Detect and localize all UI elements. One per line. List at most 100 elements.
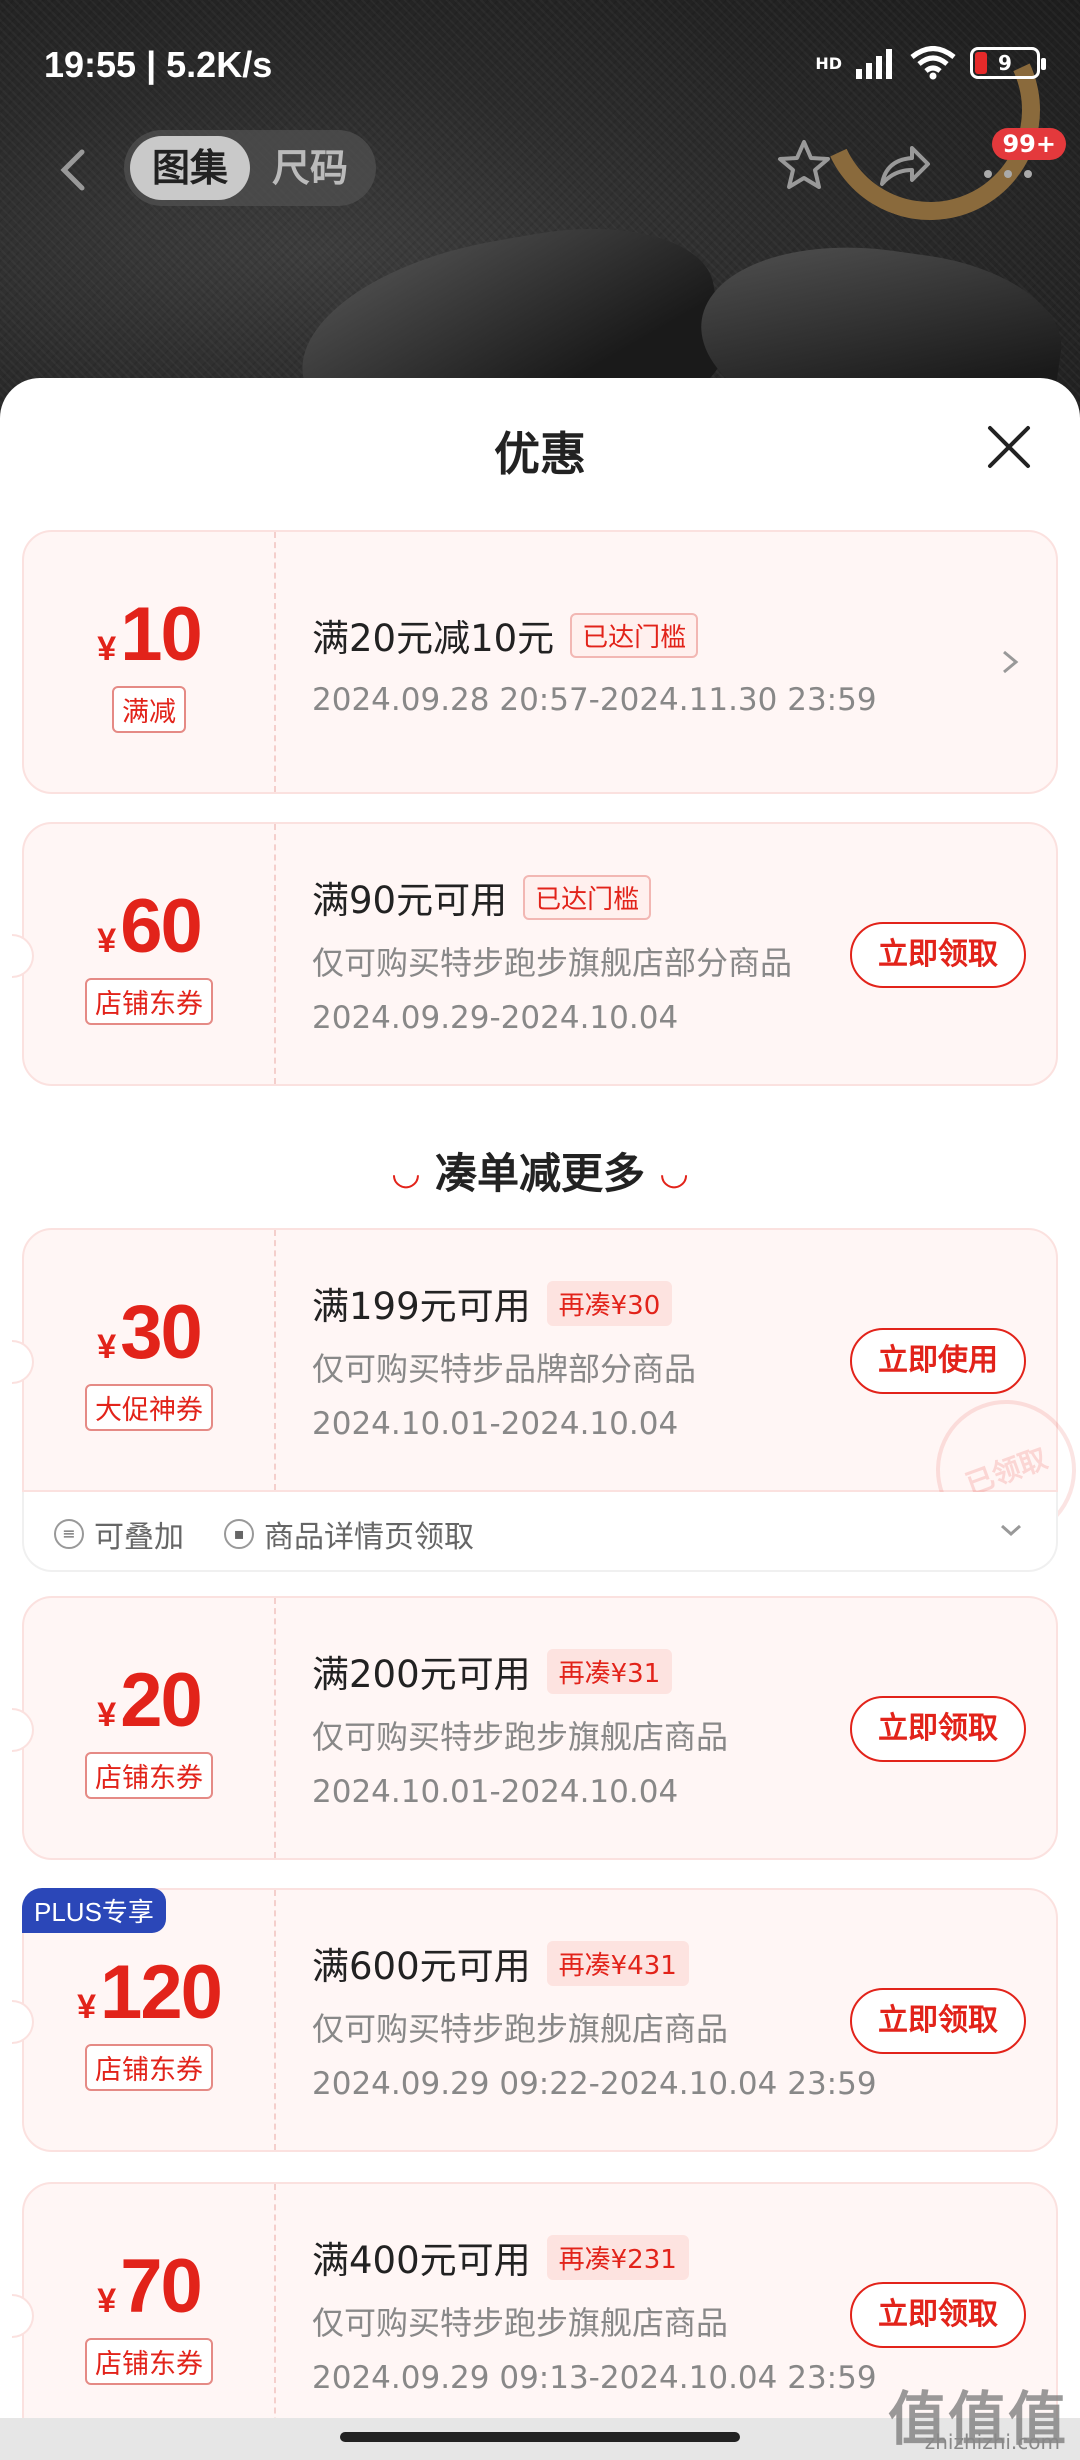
coupon-title-row: 满200元可用 再凑¥31 xyxy=(312,1644,673,1698)
wifi-icon xyxy=(910,46,956,80)
amount-value: 30 xyxy=(120,1290,203,1375)
coupon-desc: 仅可购买特步跑步旗舰店部分商品 xyxy=(312,944,793,982)
coupon-info: 满199元可用 再凑¥30 仅可购买特步品牌部分商品 2024.10.01-20… xyxy=(312,1230,1080,1560)
tab-size[interactable]: 尺码 xyxy=(250,136,370,200)
coupon-amount-area: ¥ 60 店铺东券 xyxy=(24,824,276,1084)
coupon-type-tag: 大促神券 xyxy=(85,1384,213,1431)
amount-value: 10 xyxy=(120,592,203,677)
status-bar: 19:55 | 5.2K/s HD 9 xyxy=(0,0,1080,130)
coupon-desc: 仅可购买特步跑步旗舰店商品 xyxy=(312,2010,729,2048)
amount-value: 20 xyxy=(120,1658,203,1743)
chevron-down-icon[interactable] xyxy=(996,1512,1026,1548)
plus-exclusive-badge: PLUS专享 xyxy=(22,1888,166,1933)
watermark-url: zhizhizhi.com xyxy=(924,2430,1060,2454)
coupon-title-row: 满20元减10元 已达门槛 xyxy=(312,608,699,662)
currency-symbol: ¥ xyxy=(97,1696,117,1734)
claim-source-info: ▪ 商品详情页领取 xyxy=(224,1512,474,1556)
coupon-date: 2024.09.29 09:22-2024.10.04 23:59 xyxy=(312,2066,877,2102)
coupon-desc: 仅可购买特步品牌部分商品 xyxy=(312,1350,697,1388)
coupon-desc: 仅可购买特步跑步旗舰店商品 xyxy=(312,1718,729,1756)
coupon-date: 2024.09.28 20:57-2024.11.30 23:59 xyxy=(312,682,877,718)
coupon-amount: ¥ 30 xyxy=(97,1289,203,1376)
coupon-type-tag: 店铺东券 xyxy=(85,2044,213,2091)
coupon-amount: ¥ 70 xyxy=(97,2243,203,2330)
coupon-title-row: 满600元可用 再凑¥431 xyxy=(312,1936,689,1990)
coupon-amount-area: ¥ 20 店铺东券 xyxy=(24,1598,276,1858)
section-title: ◡ 凑单减更多 ◡ xyxy=(0,1140,1080,1201)
chevron-right-icon[interactable] xyxy=(998,642,1022,682)
coupon-card: ¥ 30 大促神券 满199元可用 再凑¥30 仅可购买特步品牌部分商品 202… xyxy=(12,1228,1080,1560)
coupon-date: 2024.10.01-2024.10.04 xyxy=(312,1406,679,1442)
claim-source-label: 商品详情页领取 xyxy=(264,1520,474,1555)
currency-symbol: ¥ xyxy=(97,922,117,960)
coupon-type-tag: 店铺东券 xyxy=(85,2338,213,2385)
amount-value: 60 xyxy=(120,884,203,969)
coupon-amount-area: ¥ 70 店铺东券 xyxy=(24,2184,276,2444)
coupon-title: 满200元可用 xyxy=(312,1653,531,1696)
claim-button[interactable]: 立即领取 xyxy=(850,1696,1026,1762)
coupon-amount: ¥ 120 xyxy=(77,1949,223,2036)
coupon-amount-area: ¥ 30 大促神券 xyxy=(24,1230,276,1490)
battery-level: 9 xyxy=(998,51,1012,75)
share-icon[interactable] xyxy=(874,136,934,196)
coupon-type-tag: 满减 xyxy=(112,686,186,733)
amount-value: 70 xyxy=(120,2244,203,2329)
coupon-card[interactable]: ¥ 10 满减 满20元减10元 已达门槛 2024.09.28 20:57-2… xyxy=(22,530,1058,794)
stack-icon: ≡ xyxy=(54,1519,84,1549)
currency-symbol: ¥ xyxy=(97,1328,117,1366)
coupon-extras: ≡ 可叠加 ▪ 商品详情页领取 xyxy=(22,1492,1058,1572)
coupon-title-row: 满400元可用 再凑¥231 xyxy=(312,2230,689,2284)
ticket-icon: ▪ xyxy=(224,1519,254,1549)
gap-amount: 再凑¥431 xyxy=(546,1940,689,1986)
back-icon[interactable] xyxy=(48,142,98,198)
close-icon[interactable] xyxy=(984,422,1034,472)
coupon-card: ¥ 120 店铺东券 满600元可用 再凑¥431 仅可购买特步跑步旗舰店商品 … xyxy=(12,1888,1058,2152)
coupon-title: 满199元可用 xyxy=(312,1285,531,1328)
section-title-text: 凑单减更多 xyxy=(434,1149,645,1198)
coupon-type-tag: 店铺东券 xyxy=(85,1752,213,1799)
currency-symbol: ¥ xyxy=(77,1988,97,2026)
threshold-status: 已达门槛 xyxy=(570,612,699,658)
smile-mark-right: ◡ xyxy=(661,1153,688,1193)
coupon-amount: ¥ 20 xyxy=(97,1657,203,1744)
status-icons: HD 9 xyxy=(815,46,1046,80)
hd-label: HD xyxy=(815,53,842,73)
message-badge: 99+ xyxy=(992,128,1066,160)
gap-amount: 再凑¥30 xyxy=(546,1280,673,1326)
claim-button[interactable]: 立即领取 xyxy=(850,922,1026,988)
media-tab-switch: 图集 尺码 xyxy=(124,130,377,206)
claim-button[interactable]: 立即领取 xyxy=(850,2282,1026,2348)
star-icon[interactable] xyxy=(774,136,834,196)
claim-button[interactable]: 立即领取 xyxy=(850,1988,1026,2054)
coupon-desc: 仅可购买特步跑步旗舰店商品 xyxy=(312,2304,729,2342)
gap-amount: 再凑¥231 xyxy=(546,2234,689,2280)
home-indicator[interactable] xyxy=(340,2432,740,2442)
more-menu[interactable]: 99+ xyxy=(974,128,1066,196)
discount-sheet: 优惠 ¥ 10 满减 满20元减10元 已达门槛 2024.09.28 20:5… xyxy=(0,378,1080,2460)
threshold-status: 已达门槛 xyxy=(523,874,652,920)
coupon-info: 满600元可用 再凑¥431 仅可购买特步跑步旗舰店商品 2024.09.29 … xyxy=(312,1890,1026,2150)
sheet-title: 优惠 xyxy=(494,427,586,481)
coupon-title-row: 满199元可用 再凑¥30 xyxy=(312,1276,673,1330)
coupon-title: 满600元可用 xyxy=(312,1945,531,1988)
status-time: 19:55 | 5.2K/s xyxy=(44,44,273,85)
coupon-title: 满90元可用 xyxy=(312,879,508,922)
stackable-label: 可叠加 xyxy=(94,1520,184,1555)
coupon-amount: ¥ 60 xyxy=(97,883,203,970)
currency-symbol: ¥ xyxy=(97,630,117,668)
stackable-info: ≡ 可叠加 xyxy=(54,1512,184,1556)
coupon-date: 2024.09.29 09:13-2024.10.04 23:59 xyxy=(312,2360,877,2396)
signal-icon xyxy=(856,49,892,79)
coupon-date: 2024.09.29-2024.10.04 xyxy=(312,1000,679,1036)
amount-value: 120 xyxy=(100,1950,223,2035)
coupon-title: 满20元减10元 xyxy=(312,617,555,660)
coupon-card: ¥ 20 店铺东券 满200元可用 再凑¥31 仅可购买特步跑步旗舰店商品 20… xyxy=(12,1596,1058,1860)
coupon-card: ¥ 60 店铺东券 满90元可用 已达门槛 仅可购买特步跑步旗舰店部分商品 20… xyxy=(12,822,1058,1086)
battery-indicator: 9 xyxy=(970,47,1046,79)
coupon-date: 2024.10.01-2024.10.04 xyxy=(312,1774,679,1810)
coupon-amount: ¥ 10 xyxy=(97,591,203,678)
tab-gallery[interactable]: 图集 xyxy=(130,136,251,200)
use-button[interactable]: 立即使用 xyxy=(850,1328,1026,1394)
top-nav: 图集 尺码 99+ xyxy=(0,128,1080,210)
nav-actions: 99+ xyxy=(774,128,1066,196)
